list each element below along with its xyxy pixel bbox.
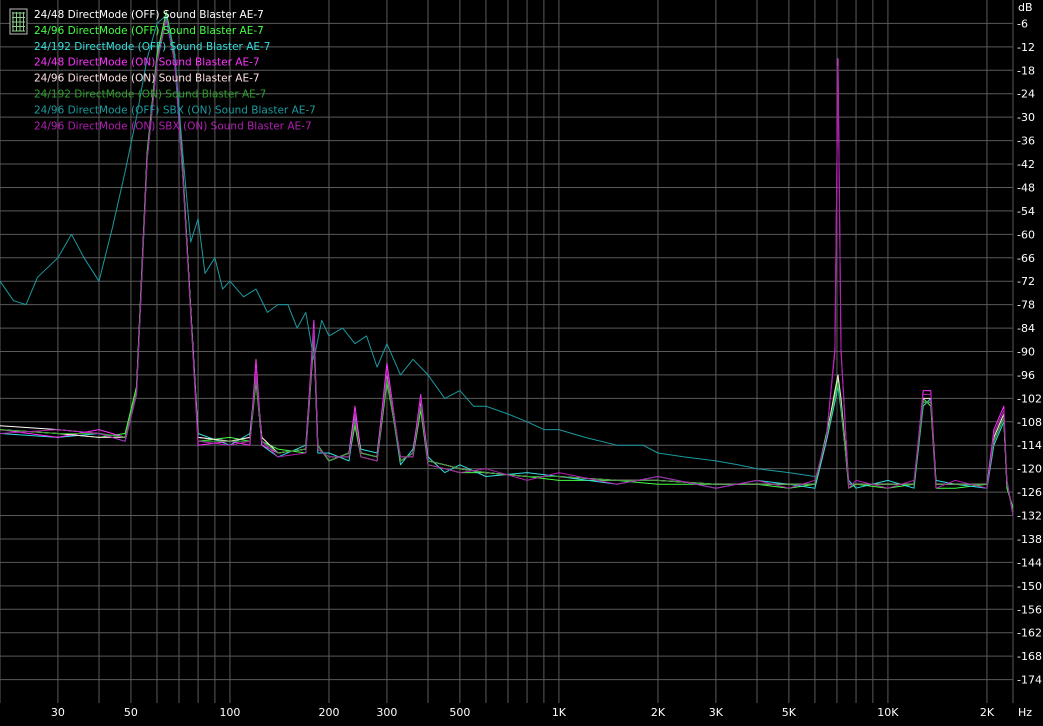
y-tick-label: -114 [1017,439,1042,452]
y-tick-label: -144 [1017,556,1042,569]
y-tick-label: -30 [1017,111,1035,124]
y-tick-label: -42 [1017,158,1035,171]
x-tick-label: 300 [376,706,397,719]
x-tick-label: 2K [980,706,995,719]
legend-entry-2: 24/96 DirectMode (OFF) Sound Blaster AE-… [34,25,264,37]
legend-entry-8: 24/96 DirectMode (ON) SBX (ON) Sound Bla… [34,120,312,132]
legend-entry-1: 24/48 DirectMode (OFF) Sound Blaster AE-… [34,9,264,21]
y-tick-label: -150 [1017,580,1042,593]
y-tick-label: -108 [1017,416,1042,429]
x-tick-label: 1K [552,706,567,719]
x-tick-label: 50 [124,706,138,719]
y-tick-label: -54 [1017,205,1035,218]
legend-entry-7: 24/96 DirectMode (OFF) SBX (ON) Sound Bl… [34,104,316,116]
legend-entry-6: 24/192 DirectMode (ON) Sound Blaster AE-… [34,89,266,101]
legend-entry-4: 24/48 DirectMode (ON) Sound Blaster AE-7 [34,57,260,69]
y-tick-label: -84 [1017,322,1035,335]
y-axis-unit-label: dB [1018,1,1033,14]
y-tick-label: -90 [1017,346,1035,359]
y-tick-label: -60 [1017,228,1035,241]
y-tick-label: -174 [1017,674,1042,687]
y-tick-label: -18 [1017,64,1035,77]
y-tick-label: -102 [1017,392,1042,405]
y-tick-label: -96 [1017,369,1035,382]
y-tick-label: -6 [1017,17,1028,30]
y-tick-label: -36 [1017,135,1035,148]
x-tick-label: 100 [219,706,240,719]
y-tick-label: -24 [1017,88,1035,101]
y-tick-label: -66 [1017,252,1035,265]
x-tick-label: 2K [651,706,666,719]
y-tick-label: -78 [1017,299,1035,312]
y-tick-label: -72 [1017,275,1035,288]
y-tick-label: -126 [1017,486,1042,499]
spectrum-chart: -6 -12 -18 -24 -30 -36 -42 -48 -54 -60 -66 -72 -78 -8… [0,0,1043,722]
y-tick-label: -168 [1017,650,1042,663]
legend-entry-3: 24/192 DirectMode (OFF) Sound Blaster AE… [34,41,270,53]
x-tick-label: 5K [782,706,797,719]
y-tick-label: -138 [1017,533,1042,546]
y-tick-label: -48 [1017,181,1035,194]
chart-svg: -6 -12 -18 -24 -30 -36 -42 -48 -54 -60 -66 -72 -78 -8… [0,0,1043,722]
x-tick-label: 30 [51,706,65,719]
x-tick-label: 500 [449,706,470,719]
y-tick-label: -156 [1017,603,1042,616]
x-tick-label: 3K [709,706,724,719]
y-tick-label: -120 [1017,463,1042,476]
y-tick-label: -162 [1017,627,1042,640]
y-tick-label: -12 [1017,41,1035,54]
legend-entry-5: 24/96 DirectMode (ON) Sound Blaster AE-7 [34,73,260,85]
x-axis-unit-label: Hz [1018,706,1032,719]
x-tick-label: 10K [877,706,899,719]
x-tick-label: 200 [318,706,339,719]
y-tick-label: -132 [1017,510,1042,523]
